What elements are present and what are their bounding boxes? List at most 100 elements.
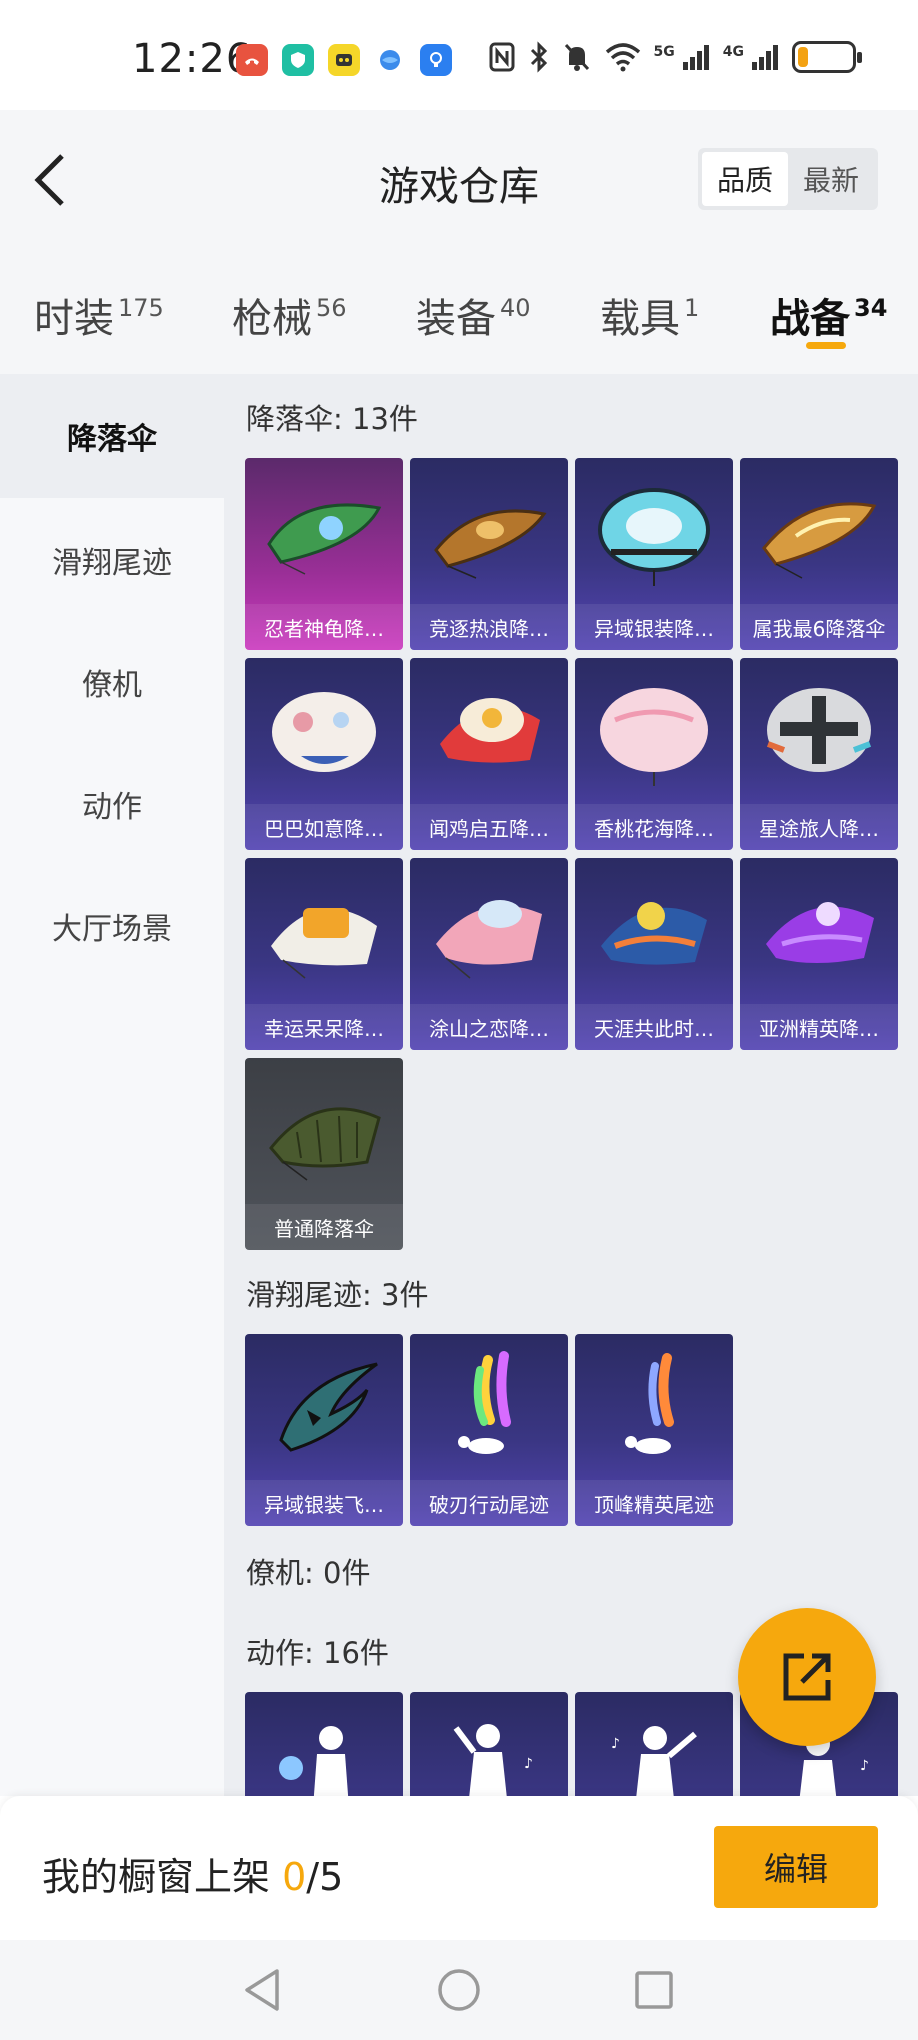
tab-vehicles[interactable]: 载具 1 (600, 286, 699, 344)
parachute-icon (272, 692, 376, 772)
parachute-icon (436, 900, 542, 979)
square-recents-icon (635, 1971, 673, 2009)
nav-back-button[interactable] (236, 1964, 288, 2016)
sort-newest-button[interactable]: 最新 (788, 152, 874, 206)
bulb-app-icon (420, 44, 452, 76)
tab-count: 40 (500, 294, 531, 322)
category-tabs: 时装 175 枪械 56 装备 40 载具 1 战备 34 (0, 250, 918, 374)
parachute-icon (766, 902, 874, 963)
item-card[interactable]: 星途旅人降… (740, 658, 898, 850)
item-card[interactable]: 竞逐热浪降… (410, 458, 568, 650)
sidebar-item-emote[interactable]: 动作 (0, 742, 224, 866)
item-card[interactable]: 天涯共此时… (575, 858, 733, 1050)
signal-bars-icon (682, 45, 709, 70)
parachute-icon (267, 503, 382, 575)
item-card[interactable]: 破刃行动尾迹 (410, 1334, 568, 1526)
glide-trail-icon (279, 1362, 378, 1452)
wifi-icon (605, 43, 640, 72)
parachute-icon (601, 902, 707, 965)
item-name: 顶峰精英尾迹 (575, 1480, 733, 1526)
section-title-wingman: 僚机: 0件 (246, 1556, 371, 1590)
notification-icons (236, 44, 452, 76)
parachute-icon (762, 502, 877, 579)
item-name: 亚洲精英降… (740, 1004, 898, 1050)
item-card[interactable]: 异域银装降… (575, 458, 733, 650)
item-card[interactable]: 顶峰精英尾迹 (575, 1334, 733, 1526)
tab-fashion[interactable]: 时装 175 (34, 286, 164, 344)
item-list: 降落伞: 13件 忍者神龟降… 竞逐热浪降… 异域银装降… 属我最6降落伞 巴巴… (224, 374, 918, 1796)
sidebar-item-wingman[interactable]: 僚机 (0, 620, 224, 744)
tab-label: 枪械 (232, 296, 312, 342)
tab-count: 175 (118, 294, 164, 322)
svg-text:♪: ♪ (860, 1758, 869, 1774)
item-name: 闻鸡启五降… (410, 804, 568, 850)
item-card[interactable]: ♪ (410, 1692, 568, 1796)
item-name: 异域银装飞… (245, 1480, 403, 1526)
sort-toggle: 品质 最新 (698, 148, 878, 210)
item-name: 幸运呆呆降… (245, 1004, 403, 1050)
system-icons: 5G 4G (488, 40, 862, 74)
parachute-icon (598, 488, 710, 586)
tab-label: 载具 (600, 296, 680, 342)
item-card[interactable]: 异域银装飞… (245, 1334, 403, 1526)
bluetooth-icon (530, 41, 547, 73)
triangle-back-icon (245, 1969, 279, 2011)
sidebar-item-glide-trail[interactable]: 滑翔尾迹 (0, 498, 224, 622)
section-title-parachute: 降落伞: 13件 (246, 402, 418, 436)
sort-quality-button[interactable]: 品质 (702, 152, 788, 206)
nav-home-button[interactable] (433, 1964, 485, 2016)
tab-equipment[interactable]: 装备 40 (416, 286, 531, 344)
browser-icon (374, 44, 406, 76)
item-name: 涂山之恋降… (410, 1004, 568, 1050)
showcase-status: 我的橱窗上架 0/5 (42, 1846, 343, 1901)
section-title-glide-trail: 滑翔尾迹: 3件 (246, 1278, 429, 1312)
emote-icon (279, 1726, 349, 1796)
circle-home-icon (438, 1969, 480, 2011)
tab-label: 装备 (416, 296, 496, 342)
item-card[interactable]: 忍者神龟降… (245, 458, 403, 650)
item-name: 香桃花海降… (575, 804, 733, 850)
signal-bars-icon (752, 45, 778, 70)
parachute-icon (271, 908, 377, 979)
sidebar-item-lobby-scene[interactable]: 大厅场景 (0, 864, 224, 988)
active-tab-indicator (806, 342, 846, 349)
glide-trail-icon (458, 1351, 511, 1454)
sidebar-item-parachute[interactable]: 降落伞 (0, 374, 224, 498)
item-card[interactable]: 涂山之恋降… (410, 858, 568, 1050)
emote-icon: ♪ (611, 1726, 697, 1796)
header: 游戏仓库 品质 最新 (0, 110, 918, 250)
tab-label: 战备 (770, 296, 850, 342)
showcase-label: 我的橱窗上架 (42, 1855, 283, 1899)
edit-button[interactable]: 编辑 (714, 1826, 878, 1908)
signal-4g-label: 4G (722, 44, 744, 60)
showcase-current-count: 0 (282, 1855, 307, 1899)
item-name: 忍者神龟降… (245, 604, 403, 650)
item-card[interactable]: 普通降落伞 (245, 1058, 403, 1250)
item-card[interactable]: 闻鸡启五降… (410, 658, 568, 850)
item-card[interactable]: 亚洲精英降… (740, 858, 898, 1050)
tab-label: 时装 (34, 296, 114, 342)
nav-recents-button[interactable] (628, 1964, 680, 2016)
item-card[interactable] (245, 1692, 403, 1796)
nfc-icon (489, 42, 515, 72)
sidebar-filler (0, 988, 224, 1796)
item-card[interactable]: 幸运呆呆降… (245, 858, 403, 1050)
tab-guns[interactable]: 枪械 56 (232, 286, 347, 344)
item-card[interactable]: 香桃花海降… (575, 658, 733, 850)
tab-battle-gear[interactable]: 战备 34 (770, 286, 887, 344)
signal-5g-label: 5G (653, 44, 675, 60)
share-button[interactable] (738, 1608, 876, 1746)
item-name: 普通降落伞 (245, 1204, 403, 1250)
item-card[interactable]: 属我最6降落伞 (740, 458, 898, 650)
item-card[interactable]: 巴巴如意降… (245, 658, 403, 850)
status-bar: 12:26 5G 4G (0, 0, 918, 110)
share-icon (783, 1653, 831, 1701)
mute-icon (564, 43, 589, 71)
item-card[interactable]: ♪ (575, 1692, 733, 1796)
battery-level (798, 47, 808, 67)
tab-count: 1 (684, 294, 700, 322)
tab-count: 56 (316, 294, 347, 322)
item-name: 天涯共此时… (575, 1004, 733, 1050)
section-title-emote: 动作: 16件 (246, 1636, 389, 1670)
item-name: 巴巴如意降… (245, 804, 403, 850)
